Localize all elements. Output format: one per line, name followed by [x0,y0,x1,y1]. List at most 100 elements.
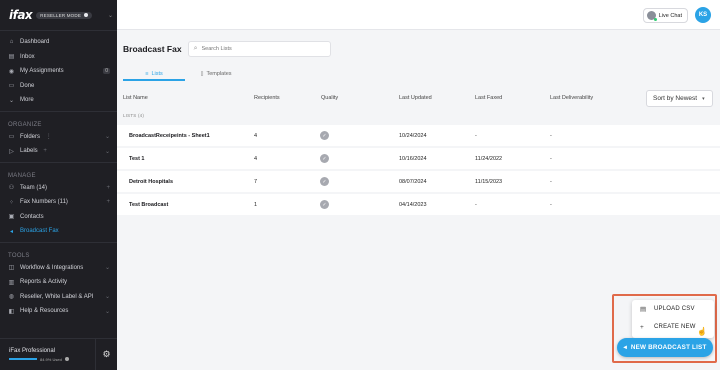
settings-button[interactable]: ⚙ [95,338,117,370]
sidebar-item-label: Reseller, White Label & API [20,293,94,300]
menu-item-label: CREATE NEW [654,324,696,330]
tab-label: Lists [151,70,163,77]
last-faxed: 11/24/2022 [475,156,503,162]
list-icon: ≡ [145,70,149,77]
sidebar-item-more[interactable]: ⌄ More [0,93,117,108]
add-icon[interactable]: + [106,199,110,205]
sidebar: ifax RESELLER MODE ⌄ ⌂ Dashboard ▤ Inbox… [0,0,117,370]
table-row[interactable]: Test Broadcast 1 ✓ 04/14/2023 - - [117,194,720,217]
table-row[interactable]: Test 1 4 ✓ 10/16/2024 11/24/2022 - [117,148,720,171]
user-avatar[interactable]: KS [695,7,711,23]
sidebar-item-labels[interactable]: ▷ Labels + ⌄ [0,144,117,159]
last-updated: 04/14/2023 [399,202,427,208]
chevron-down-icon[interactable]: ⌄ [105,264,110,271]
sidebar-item-team[interactable]: ⚇ Team (14) + [0,181,117,196]
broadcast-icon: ◂ [9,228,13,235]
sort-value: Sort by Newest [653,95,698,102]
reseller-icon: ◍ [8,294,15,301]
tab-label: Templates [206,70,232,77]
last-faxed: 11/15/2023 [475,179,503,185]
last-deliverability: - [550,133,552,139]
column-header-last-deliverability[interactable]: Last Deliverability [550,95,593,101]
recipients-count: 7 [254,179,258,185]
chevron-down-icon[interactable]: ⌄ [105,293,110,300]
sidebar-item-label: More [20,97,34,104]
chevron-down-icon[interactable]: ⌄ [105,133,110,140]
column-header-recipients[interactable]: Recipients [254,95,280,101]
column-header-last-faxed[interactable]: Last Faxed [475,95,502,101]
chevron-down-icon: ⌄ [8,97,15,104]
divider [0,110,117,112]
chevron-down-icon[interactable]: ⌄ [108,12,113,19]
toggle-dot-icon [84,13,89,17]
column-header-quality[interactable]: Quality [321,95,338,101]
last-deliverability: - [550,156,552,162]
sidebar-item-my-assignments[interactable]: ◉ My Assignments 0 [0,64,117,79]
inbox-icon: ▤ [8,54,15,61]
last-faxed: - [475,133,477,139]
sidebar-item-done[interactable]: ▭ Done [0,79,117,94]
sort-dropdown[interactable]: Sort by Newest ▾ [646,90,713,107]
sidebar-item-label: Reports & Activity [20,279,68,286]
plan-panel: iFax Professional 84.9% Used ⚙ [0,338,117,370]
search-input[interactable] [201,46,322,52]
sidebar-item-workflow-integrations[interactable]: ◫ Workflow & Integrations ⌄ [0,261,117,276]
column-header-last-updated[interactable]: Last Updated [399,95,432,101]
workflow-icon: ◫ [8,265,15,272]
plan-name: iFax Professional [9,347,56,354]
sidebar-item-dashboard[interactable]: ⌂ Dashboard [0,35,117,50]
help-icon: ◧ [8,308,15,315]
plan-usage: 84.9% Used [9,357,95,362]
more-options-icon: ⋮ [45,134,52,141]
broadcast-icon: ◂ [623,344,627,351]
fab-label: NEW BROADCAST LIST [630,344,707,351]
menu-item-upload-csv[interactable]: ▤ UPLOAD CSV [632,300,714,318]
usage-text: 84.9% Used [40,356,62,362]
sidebar-item-help-resources[interactable]: ◧ Help & Resources ⌄ [0,304,117,319]
table-row[interactable]: BroadcastReceipeints - Sheet1 4 ✓ 10/24/… [117,125,720,148]
home-icon: ⌂ [9,39,14,46]
add-label-icon: + [43,148,47,155]
brand-header[interactable]: ifax RESELLER MODE ⌄ [0,0,117,30]
sidebar-item-label: Folders ⋮ [20,134,52,141]
top-bar: Live Chat KS [117,0,720,30]
gear-icon: ⚙ [102,349,111,359]
table-row[interactable]: Detroit Hospitals 7 ✓ 08/07/2024 11/15/2… [117,171,720,194]
support-avatar-icon [646,11,657,21]
tab-templates[interactable]: ▯ Templates [185,68,247,81]
column-header-list-name[interactable]: List Name [123,95,148,101]
tab-lists[interactable]: ≡ Lists [123,68,185,81]
search-box[interactable]: ⌕ [187,41,331,57]
sidebar-item-label: Workflow & Integrations [20,264,84,271]
chevron-down-icon[interactable]: ⌄ [105,148,110,155]
last-updated: 10/24/2024 [399,133,427,139]
new-broadcast-list-button[interactable]: ◂ NEW BROADCAST LIST [617,338,713,357]
reseller-mode-label: RESELLER MODE [40,12,82,18]
info-icon[interactable] [64,357,69,361]
sidebar-item-fax-numbers[interactable]: ⁘ Fax Numbers (11) + [0,195,117,210]
sidebar-item-inbox[interactable]: ▤ Inbox [0,50,117,65]
menu-item-label: UPLOAD CSV [654,306,695,312]
add-icon[interactable]: + [106,185,110,191]
sidebar-item-reports-activity[interactable]: ▥ Reports & Activity [0,275,117,290]
plan-info[interactable]: iFax Professional 84.9% Used [0,348,95,362]
sidebar-item-broadcast-fax[interactable]: ◂ Broadcast Fax [0,224,117,239]
last-updated: 10/16/2024 [399,156,427,162]
sidebar-item-label: Team (14) [20,184,48,191]
list-name: Detroit Hospitals [129,179,174,185]
chevron-down-icon[interactable]: ⌄ [105,308,110,315]
assignments-count-badge: 0 [103,68,110,75]
reseller-mode-badge[interactable]: RESELLER MODE [36,11,93,19]
sidebar-item-label: Dashboard [20,39,50,46]
reports-icon: ▥ [8,279,15,286]
sidebar-item-folders[interactable]: ▭ Folders ⋮ ⌄ [0,130,117,145]
caret-down-icon: ▾ [702,95,705,102]
search-icon: ⌕ [193,45,198,52]
sidebar-item-contacts[interactable]: ▣ Contacts [0,210,117,225]
sidebar-item-reseller-api[interactable]: ◍ Reseller, White Label & API ⌄ [0,290,117,305]
assignments-icon: ◉ [8,68,15,75]
section-heading-manage: MANAGE [8,172,36,179]
quality-check-icon: ✓ [320,200,329,209]
live-chat-button[interactable]: Live Chat [642,8,688,23]
list-name: Test 1 [129,156,145,162]
